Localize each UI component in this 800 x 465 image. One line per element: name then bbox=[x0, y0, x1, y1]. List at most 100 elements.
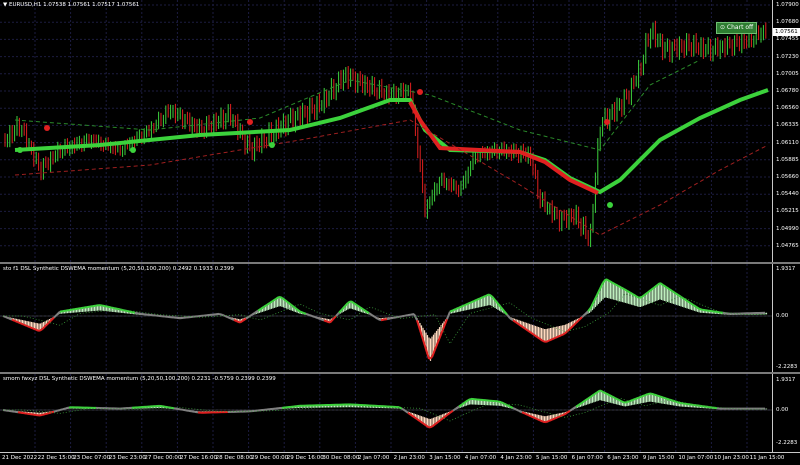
oscillator-line bbox=[195, 412, 198, 413]
chart-off-button[interactable]: ⊙ Chart off bbox=[716, 22, 757, 34]
price-axis-label: 1.05215 bbox=[776, 208, 799, 214]
oscillator-line bbox=[405, 315, 408, 316]
oscillator-line bbox=[384, 319, 387, 320]
price-axis-label: 1.07455 bbox=[776, 36, 799, 42]
oscillator-line bbox=[456, 407, 459, 409]
indicator2-pane[interactable]: smom fwxyz DSL Synthetic DSWEMA momentum… bbox=[0, 374, 800, 452]
ind2-max-label: 1.9317 bbox=[776, 377, 795, 383]
time-axis-label: 6 Jan 07:00 bbox=[572, 455, 603, 461]
price-chart[interactable] bbox=[0, 0, 772, 262]
indicator2-chart[interactable] bbox=[0, 374, 772, 452]
oscillator-line bbox=[33, 328, 36, 329]
oscillator-line bbox=[552, 338, 555, 339]
indicator1-title: sto f1 DSL Synthetic DSWEMA momentum (5,… bbox=[3, 266, 234, 272]
oscillator-line bbox=[582, 314, 585, 317]
price-pane[interactable]: ▼ EURUSD,H1 1.07538 1.07561 1.07517 1.07… bbox=[0, 0, 800, 262]
oscillator-line bbox=[447, 312, 450, 320]
oscillator-line bbox=[549, 420, 552, 421]
oscillator-line bbox=[45, 413, 48, 414]
oscillator-line bbox=[606, 393, 609, 395]
oscillator-line bbox=[36, 330, 39, 331]
oscillator-line bbox=[378, 319, 381, 320]
oscillator-line bbox=[507, 405, 510, 406]
oscillator-line bbox=[180, 409, 183, 410]
oscillator-line bbox=[132, 312, 135, 313]
indicator2-plot[interactable] bbox=[0, 374, 773, 452]
signal-marker bbox=[607, 202, 613, 208]
oscillator-line bbox=[54, 315, 57, 318]
price-axis-label: 1.06560 bbox=[776, 105, 799, 111]
oscillator-line bbox=[372, 315, 375, 317]
oscillator-line bbox=[228, 317, 231, 318]
oscillator-line bbox=[633, 399, 636, 400]
price-axis-label: 1.05660 bbox=[776, 174, 799, 180]
oscillator-line bbox=[504, 311, 507, 315]
ind1-min-label: -2.2283 bbox=[776, 364, 797, 370]
price-axis-label: 1.06110 bbox=[776, 140, 799, 146]
time-axis-label: 23 Dec 23:00 bbox=[109, 455, 146, 461]
signal-marker bbox=[130, 147, 136, 153]
time-axis-label: 10 Jan 07:00 bbox=[678, 455, 713, 461]
symbol-title: ▼ EURUSD,H1 1.07538 1.07561 1.07517 1.07… bbox=[3, 2, 139, 8]
oscillator-line bbox=[567, 411, 570, 413]
oscillator-line bbox=[309, 315, 312, 316]
oscillator-line bbox=[609, 395, 612, 397]
oscillator-line bbox=[15, 321, 18, 322]
oscillator-line bbox=[651, 394, 654, 395]
oscillator-line bbox=[126, 311, 129, 312]
oscillator-line bbox=[501, 402, 504, 403]
oscillator-line bbox=[525, 414, 528, 415]
time-axis-label: 27 Dec 00:00 bbox=[144, 455, 181, 461]
oscillator-line bbox=[225, 316, 228, 317]
oscillator-line bbox=[231, 319, 234, 320]
time-axis-label: 28 Dec 08:00 bbox=[216, 455, 253, 461]
indicator1-plot[interactable] bbox=[0, 264, 773, 372]
price-axis-label: 1.04990 bbox=[776, 226, 799, 232]
indicator1-pane[interactable]: sto f1 DSL Synthetic DSWEMA momentum (5,… bbox=[0, 264, 800, 372]
oscillator-line bbox=[393, 317, 396, 318]
oscillator-line bbox=[306, 314, 309, 315]
oscillator-line bbox=[465, 304, 468, 305]
time-axis-label: 23 Dec 07:00 bbox=[73, 455, 110, 461]
oscillator-line bbox=[114, 308, 117, 309]
oscillator-line bbox=[453, 409, 456, 411]
oscillator-line bbox=[645, 394, 648, 395]
time-axis-label: 27 Dec 16:00 bbox=[180, 455, 217, 461]
oscillator-line bbox=[300, 312, 303, 313]
oscillator-line bbox=[462, 305, 465, 306]
oscillator-line bbox=[543, 341, 546, 342]
oscillator-line bbox=[399, 316, 402, 317]
oscillator-line bbox=[108, 307, 111, 308]
oscillator-line bbox=[192, 411, 195, 412]
oscillator-line bbox=[219, 314, 222, 315]
price-plot[interactable] bbox=[0, 0, 773, 262]
oscillator-line bbox=[630, 400, 633, 401]
oscillator-line bbox=[312, 316, 315, 317]
oscillator-line bbox=[600, 390, 603, 392]
indicator1-chart[interactable] bbox=[0, 264, 772, 372]
oscillator-line bbox=[54, 411, 57, 412]
ind2-zero-label: 0.00 bbox=[776, 407, 788, 413]
oscillator-line bbox=[612, 396, 615, 398]
oscillator-line bbox=[21, 323, 24, 324]
oscillator-line bbox=[579, 317, 582, 320]
time-axis-label: 5 Jan 15:00 bbox=[536, 455, 567, 461]
oscillator-line bbox=[621, 401, 624, 403]
oscillator-line bbox=[555, 417, 558, 418]
oscillator-line bbox=[279, 297, 282, 298]
oscillator-line bbox=[678, 402, 681, 403]
oscillator-line bbox=[573, 407, 576, 409]
oscillator-line bbox=[546, 341, 549, 342]
oscillator-line bbox=[507, 315, 510, 319]
oscillator-line bbox=[12, 320, 15, 321]
oscillator-line bbox=[387, 319, 390, 320]
oscillator-line bbox=[639, 396, 642, 397]
oscillator-line bbox=[234, 320, 237, 321]
price-axis-label: 1.07680 bbox=[776, 19, 799, 25]
oscillator-line bbox=[402, 409, 405, 411]
oscillator-line bbox=[6, 317, 9, 318]
oscillator-line bbox=[369, 313, 372, 315]
oscillator-line bbox=[552, 418, 555, 419]
oscillator-line bbox=[558, 335, 561, 336]
oscillator-line bbox=[429, 427, 432, 428]
